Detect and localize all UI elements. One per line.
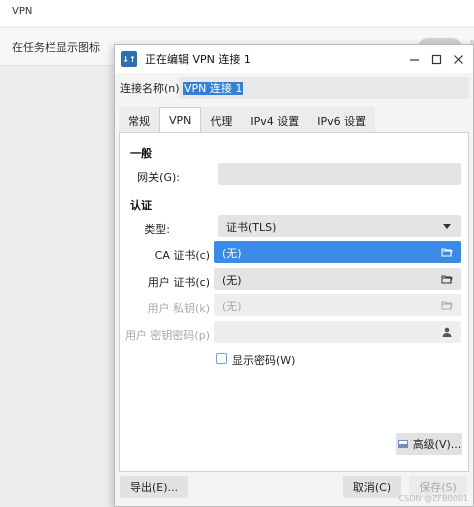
advanced-button[interactable]: 高级(V)... [396, 433, 462, 455]
minimize-button[interactable] [403, 48, 425, 70]
ca-cert-value: (无) [222, 247, 242, 260]
user-cert-value: (无) [222, 274, 242, 287]
connection-name-input[interactable]: VPN 连接 1 [179, 77, 469, 99]
auth-type-select[interactable]: 证书(TLS) [218, 215, 461, 237]
minimize-icon [409, 58, 419, 61]
vpn-tab-content: 一般 网关(G): 认证 类型: 证书(TLS) CA 证书(c) (无) 用户… [119, 132, 469, 472]
show-tray-icon-label: 在任务栏显示图标 [12, 41, 100, 54]
tab-general[interactable]: 常规 [119, 107, 159, 133]
connection-name-value: VPN 连接 1 [183, 82, 244, 95]
folder-open-icon[interactable] [441, 246, 453, 258]
close-icon [453, 54, 463, 64]
cancel-button[interactable]: 取消(C) [343, 476, 401, 498]
user-icon[interactable] [441, 326, 453, 338]
ca-cert-picker[interactable]: (无) [214, 241, 461, 263]
connection-name-row: 连接名称(n) VPN 连接 1 [115, 75, 473, 101]
tab-ipv4[interactable]: IPv4 设置 [241, 107, 309, 133]
auth-type-label: 类型: [144, 223, 170, 236]
user-cert-label: 用户 证书(c) [147, 276, 210, 289]
dialog-title: 正在编辑 VPN 连接 1 [145, 53, 251, 66]
settings-icon [397, 440, 408, 448]
section-header: VPN [0, 0, 474, 26]
vpn-edit-dialog: ↓↑ 正在编辑 VPN 连接 1 连接名称(n) VPN 连接 1 常规 VPN… [114, 44, 474, 507]
connection-name-label: 连接名称(n) [120, 82, 180, 95]
user-key-picker[interactable]: (无) [214, 294, 461, 316]
user-key-label: 用户 私钥(k) [147, 302, 210, 315]
tab-ipv6[interactable]: IPv6 设置 [308, 107, 376, 133]
auth-type-value: 证书(TLS) [226, 221, 277, 234]
gateway-input[interactable] [218, 163, 461, 185]
chevron-down-icon [443, 224, 451, 229]
tab-proxy[interactable]: 代理 [201, 107, 242, 133]
maximize-icon [431, 54, 441, 64]
folder-open-icon[interactable] [441, 273, 453, 285]
network-app-icon: ↓↑ [121, 51, 137, 67]
show-password-label: 显示密码(W) [232, 354, 296, 367]
tab-bar: 常规 VPN 代理 IPv4 设置 IPv6 设置 [119, 107, 376, 133]
folder-open-icon [441, 301, 453, 310]
advanced-label: 高级(V)... [412, 438, 462, 451]
user-key-value: (无) [222, 300, 242, 313]
user-cert-picker[interactable]: (无) [214, 268, 461, 290]
gateway-label: 网关(G): [137, 171, 180, 184]
show-password-checkbox[interactable] [216, 353, 227, 364]
close-button[interactable] [447, 48, 469, 70]
export-button[interactable]: 导出(E)... [120, 476, 188, 498]
tab-vpn[interactable]: VPN [159, 107, 202, 133]
watermark: CSDN @ZFB0001 [398, 494, 468, 503]
general-section-title: 一般 [130, 147, 152, 160]
dialog-titlebar[interactable]: ↓↑ 正在编辑 VPN 连接 1 [115, 45, 473, 73]
user-key-password-label: 用户 密钥密码(p) [124, 329, 210, 342]
ca-cert-label: CA 证书(c) [154, 249, 210, 262]
user-key-password-input[interactable] [214, 321, 461, 343]
maximize-button[interactable] [425, 48, 447, 70]
auth-section-title: 认证 [130, 199, 152, 212]
